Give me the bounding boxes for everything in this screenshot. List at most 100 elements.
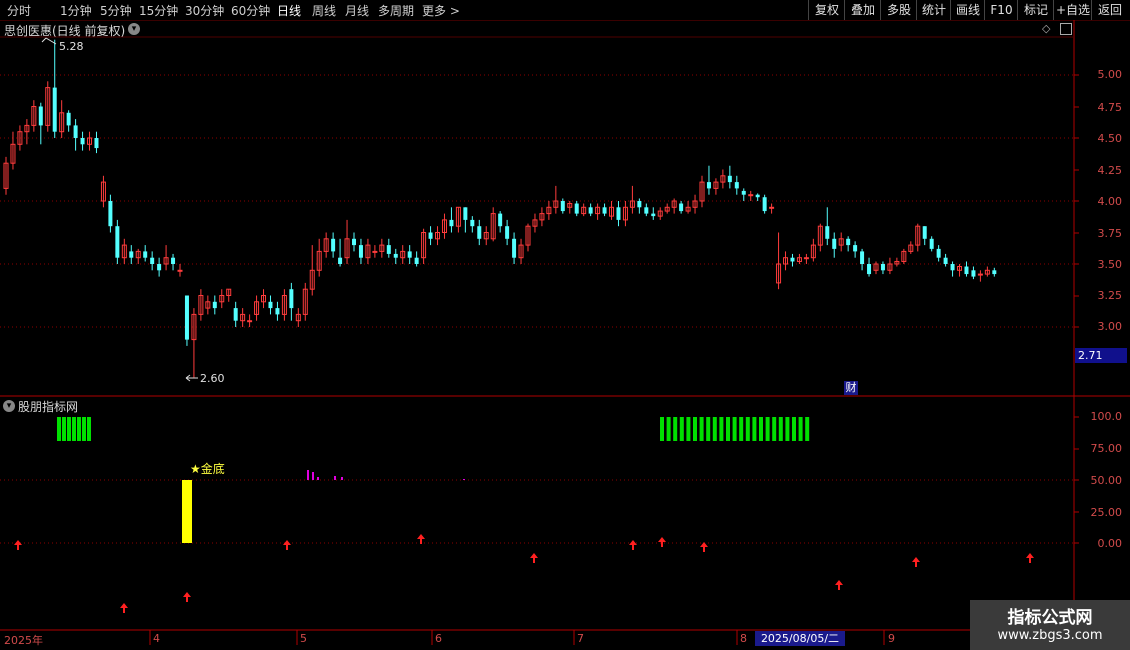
indicator-y-tick: 100.0 — [1090, 410, 1123, 423]
green-signal-bar — [739, 417, 744, 441]
x-tick: 5 — [300, 632, 307, 645]
green-signal-bar — [726, 417, 730, 441]
candle-body — [803, 257, 809, 260]
candle-body — [853, 245, 858, 252]
up-arrow-icon — [835, 580, 843, 590]
x-tick: 6 — [435, 632, 442, 645]
candle-body — [414, 257, 419, 264]
candle-body — [588, 207, 593, 214]
green-signal-bar — [679, 417, 684, 441]
watermark-title: 指标公式网 — [1007, 608, 1093, 628]
chevron-down-icon[interactable]: ▾ — [3, 400, 15, 412]
indicator-series — [14, 417, 1034, 613]
magenta-tick — [334, 476, 336, 480]
candle-body — [171, 257, 176, 264]
green-signal-bar — [759, 417, 763, 441]
candle-body — [73, 125, 78, 138]
green-signal-bar — [798, 417, 803, 441]
diamond-icon[interactable]: ◇ — [1042, 22, 1050, 35]
y-tick: 3.00 — [1097, 320, 1123, 333]
candle-body — [393, 253, 398, 258]
green-signal-bar — [719, 417, 724, 441]
indicator-y-tick: 25.00 — [1090, 506, 1123, 519]
candle-body — [880, 264, 885, 271]
green-signal-bar — [666, 417, 671, 441]
magenta-tick — [463, 479, 465, 480]
y-tick: 4.25 — [1097, 164, 1123, 177]
candle-body — [66, 112, 71, 126]
candle-body — [247, 320, 253, 323]
signal-label: ★金底 — [190, 462, 225, 476]
green-signal-bar — [660, 417, 664, 441]
candle-body — [212, 301, 217, 309]
indicator-title: 股朋指标网 — [18, 400, 79, 414]
chart-frame — [0, 20, 1130, 650]
green-signal-bar — [805, 417, 810, 441]
candle-body — [94, 138, 99, 149]
candle-body — [372, 250, 378, 253]
candle-body — [644, 207, 649, 214]
candle-body — [651, 213, 656, 217]
chevron-down-icon[interactable]: ▾ — [128, 23, 140, 35]
candle-body — [741, 190, 746, 195]
candle-body — [338, 257, 343, 264]
candle-body — [860, 251, 865, 264]
candle-body — [964, 266, 969, 275]
green-signal-bar — [706, 417, 711, 441]
candle-body — [971, 270, 976, 277]
candle-body — [407, 251, 412, 258]
candle-body — [922, 226, 927, 239]
x-tick: 7 — [577, 632, 584, 645]
candle-body — [428, 232, 433, 239]
y-tick: 4.50 — [1097, 132, 1123, 145]
x-tick: 2025年 — [4, 634, 43, 647]
up-arrow-icon — [530, 553, 538, 563]
candle-body — [143, 251, 148, 258]
watermark-logo: 指标公式网 www.zbgs3.com — [970, 600, 1130, 650]
green-signal-bar — [732, 417, 737, 441]
candle-body — [929, 238, 934, 249]
green-signal-bar — [792, 417, 796, 441]
candle-body — [825, 226, 830, 239]
candle-body — [734, 182, 739, 189]
magenta-tick — [317, 477, 319, 480]
panel-toggle-icon[interactable] — [1060, 23, 1072, 35]
green-signal-bar — [62, 417, 66, 441]
candle-body — [129, 251, 134, 258]
chart-canvas[interactable] — [0, 0, 1130, 650]
up-arrow-icon — [417, 534, 425, 544]
candle-body — [679, 203, 684, 212]
candle-body — [560, 201, 565, 212]
green-signal-bar — [67, 417, 71, 441]
finance-marker[interactable]: 财 — [844, 381, 858, 395]
y-tick: 3.50 — [1097, 258, 1123, 271]
green-signal-bar — [745, 417, 750, 441]
candle-body — [115, 226, 120, 258]
magenta-tick — [307, 470, 309, 480]
y-tick: 3.75 — [1097, 227, 1123, 240]
golden-bottom-bar — [182, 480, 192, 543]
candle-body — [352, 238, 356, 246]
magenta-tick — [312, 472, 314, 480]
x-tick: 4 — [153, 632, 160, 645]
candlestick-series — [3, 37, 997, 382]
up-arrow-icon — [14, 540, 22, 550]
indicator-y-tick: 75.00 — [1090, 442, 1123, 455]
candle-body — [331, 238, 336, 252]
green-signal-bar — [82, 417, 86, 441]
candle-body — [52, 87, 57, 132]
candle-body — [950, 264, 955, 271]
candle-body — [832, 238, 837, 249]
candle-body — [477, 226, 482, 239]
indicator-y-tick: 0.00 — [1097, 537, 1123, 550]
candle-body — [150, 257, 155, 264]
candle-body — [463, 207, 468, 220]
y-tick: 4.00 — [1097, 195, 1123, 208]
candle-body — [762, 197, 767, 212]
green-signal-bar — [778, 417, 783, 441]
green-signal-bar — [77, 417, 81, 441]
green-signal-bar — [785, 417, 790, 441]
candle-body — [177, 269, 183, 272]
green-signal-bar — [699, 417, 704, 441]
candle-body — [505, 226, 510, 239]
